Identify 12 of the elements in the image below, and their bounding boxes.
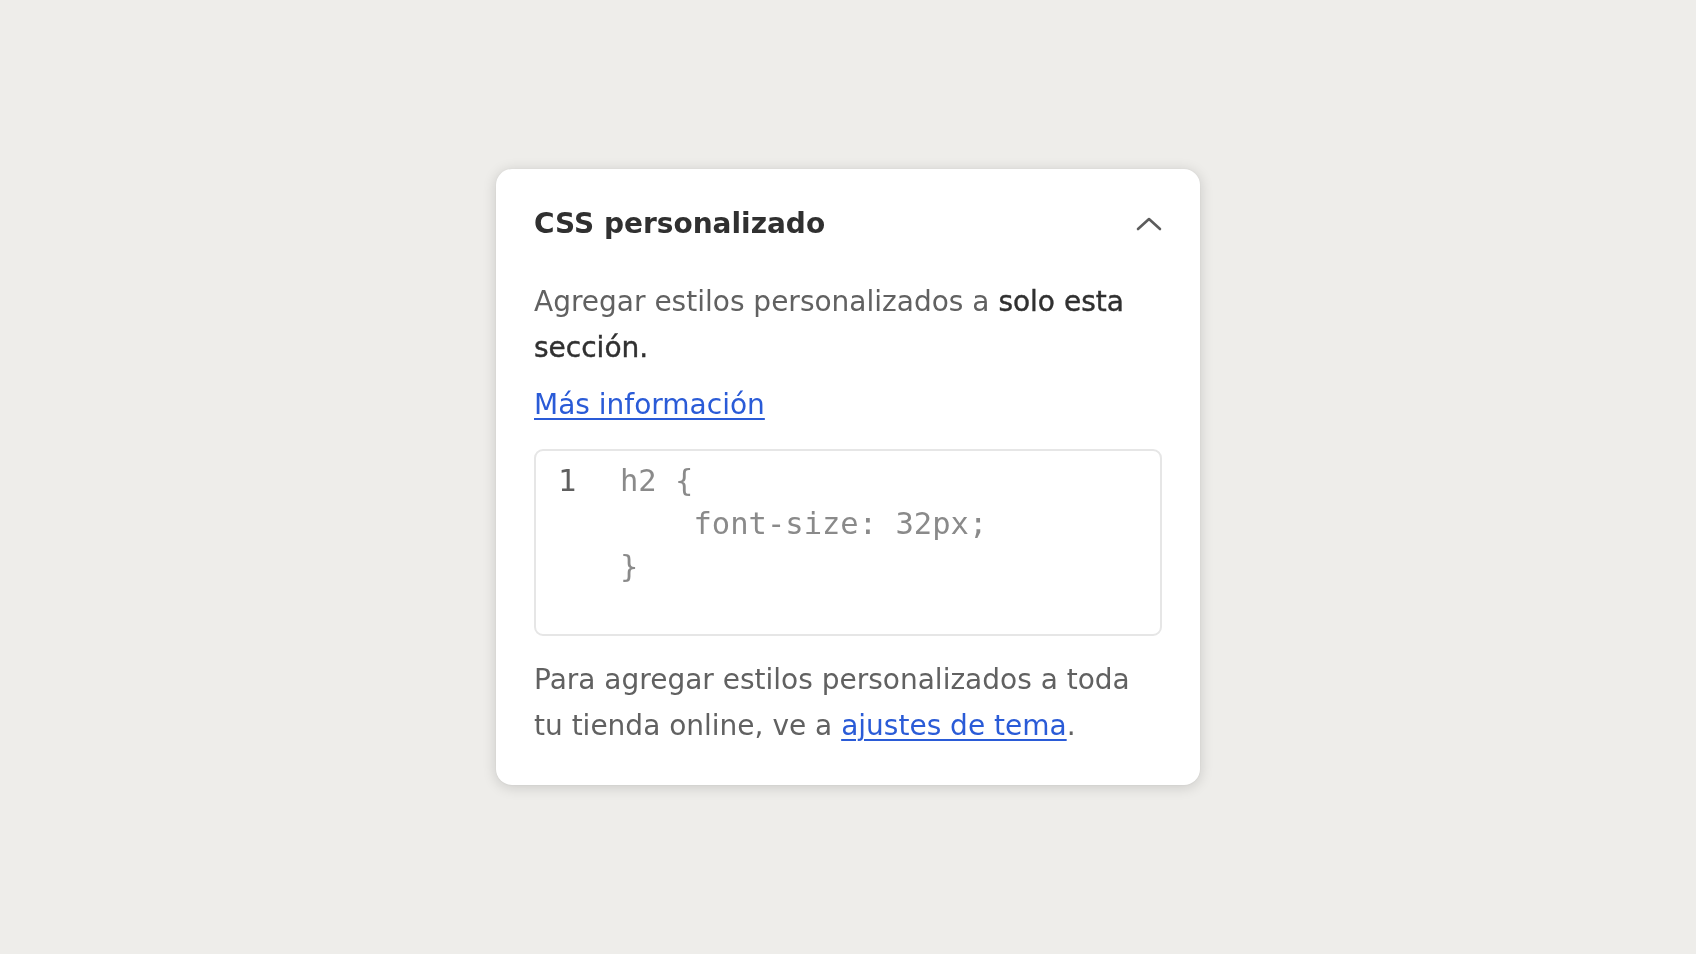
description-text: Agregar estilos personalizados a solo esta sección. [534, 284, 1125, 366]
footer-text: Para agregar estilos personalizados a toda tu tienda online, ve a ajustes de tema. [534, 662, 1131, 744]
chevron-up-icon [1136, 217, 1162, 231]
code-line: } [620, 548, 639, 586]
code-editor-field[interactable]: 1 h2 { font-size: 32px; } [534, 449, 1162, 636]
theme-settings-link[interactable]: ajustes de tema [841, 709, 1067, 742]
collapse-button[interactable] [1136, 217, 1162, 231]
panel-title: CSS personalizado [534, 206, 826, 242]
learn-more-link[interactable]: Más información [534, 388, 765, 421]
code-line: font-size: 32px; [692, 505, 988, 543]
line-number: 1 [558, 463, 577, 498]
code-line: h2 { [620, 462, 694, 500]
